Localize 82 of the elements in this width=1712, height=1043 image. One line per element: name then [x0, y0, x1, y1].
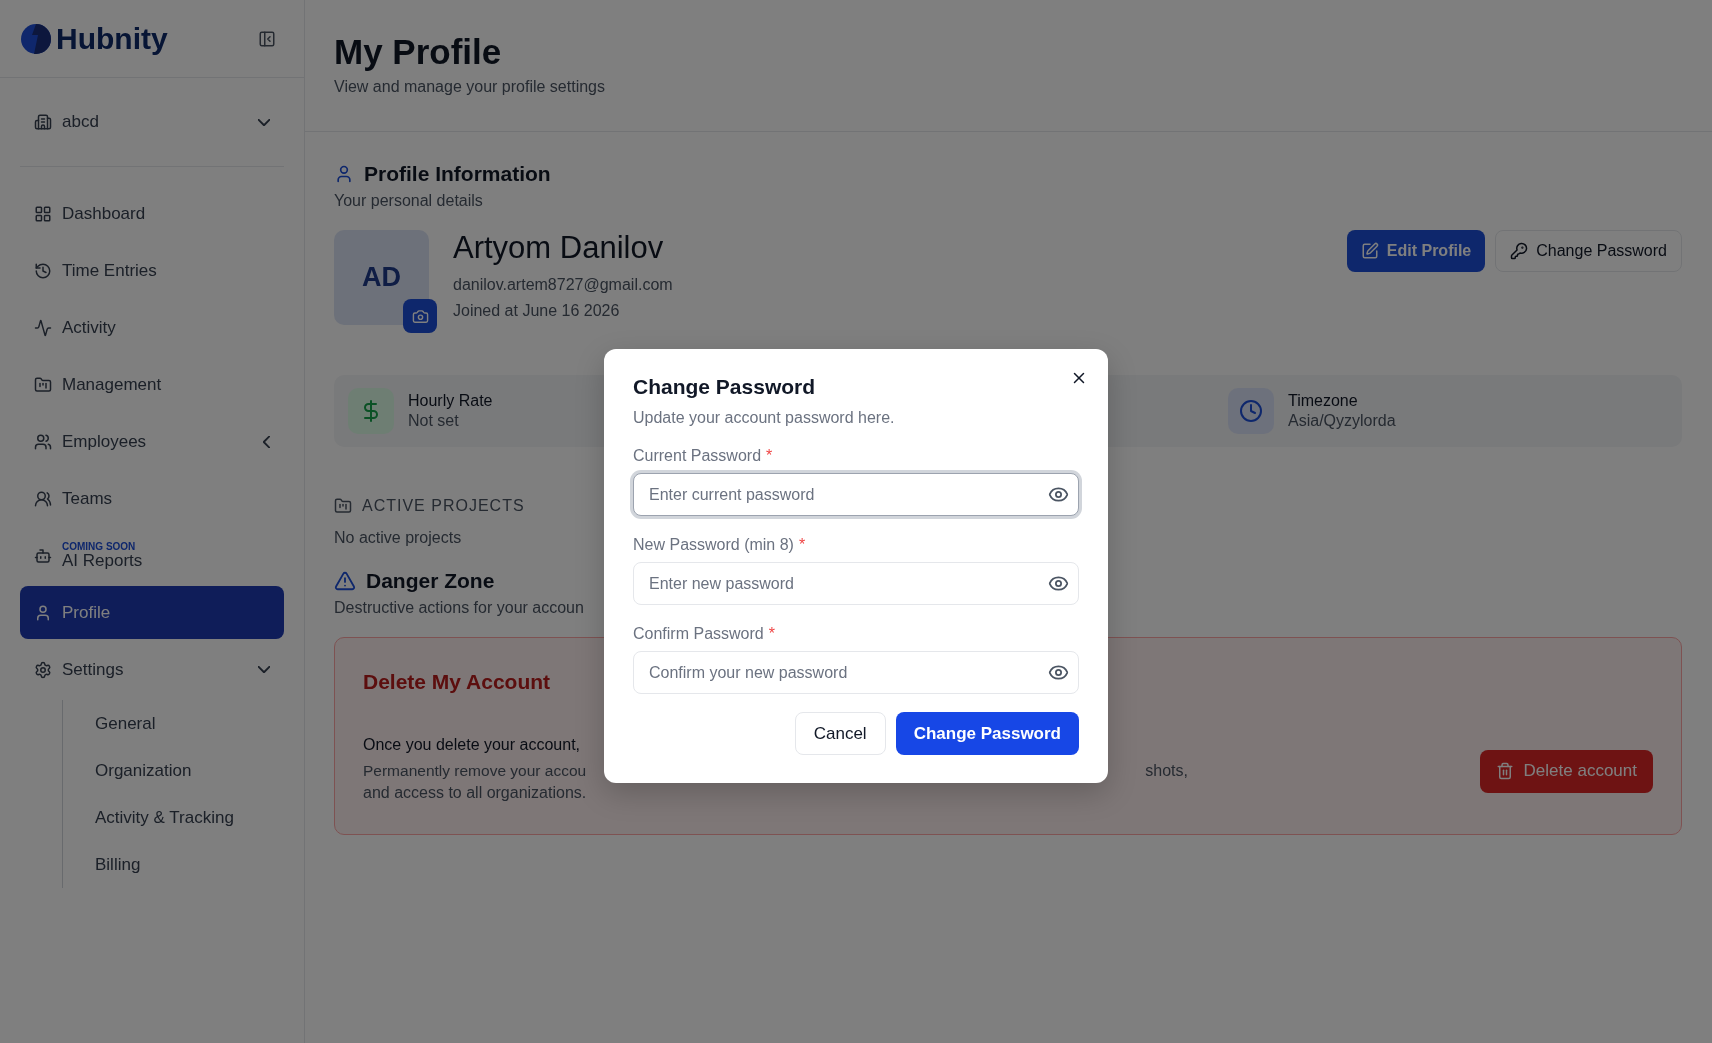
field-label: Confirm Password: [633, 625, 764, 643]
warning-text: Once you delete your account,: [363, 736, 581, 754]
subnav-item[interactable]: Billing: [63, 841, 284, 888]
nav-icon: [34, 318, 52, 337]
page-title: My Profile: [334, 32, 503, 72]
join-date: Joined at June 16 2026: [453, 302, 621, 320]
nav-item[interactable]: Time Entries: [20, 244, 284, 297]
profile-action-button[interactable]: Edit Profile: [1346, 230, 1486, 272]
chevron-down-icon: [258, 118, 270, 126]
nav-item[interactable]: Activity: [20, 301, 284, 354]
nav-item[interactable]: COMING SOON AI Reports: [20, 529, 284, 582]
nav-label: AI Reports: [62, 551, 143, 571]
password-field[interactable]: Enter current password: [633, 473, 1079, 516]
nav-label: Settings: [62, 659, 124, 680]
clock-icon: [1228, 388, 1274, 434]
building-icon: [34, 113, 52, 131]
nav-icon: [34, 204, 52, 223]
subnav-item[interactable]: Organization: [63, 747, 284, 794]
empty-message: No active projects: [334, 529, 462, 547]
nav-item[interactable]: Profile: [20, 586, 284, 639]
logo-icon: [20, 22, 52, 55]
edit-icon: [1360, 242, 1379, 260]
dollar-icon: [348, 388, 394, 434]
nav-icon: [34, 375, 52, 394]
camera-button[interactable]: [403, 299, 437, 333]
nav-item[interactable]: Management: [20, 358, 284, 411]
subnav-item[interactable]: General: [63, 700, 284, 747]
stat-value: Not set: [408, 412, 460, 430]
section-label: ACTIVE PROJECTS: [362, 497, 525, 515]
user-email: danilov.artem8727@gmail.com: [453, 276, 673, 294]
workspace-selector[interactable]: abcd: [20, 78, 284, 167]
cancel-button[interactable]: Cancel: [794, 712, 886, 755]
nav-icon: [34, 603, 52, 622]
nav-label: Employees: [62, 431, 147, 452]
submit-button[interactable]: Change Password: [895, 712, 1079, 755]
brand-name: Hubnity: [56, 21, 168, 56]
user-icon: [334, 164, 354, 184]
card-title: Delete My Account: [363, 670, 551, 694]
section-title: Profile Information: [364, 162, 551, 186]
dialog-subtitle: Update your account password here.: [633, 409, 896, 427]
section-subtitle: Your personal details: [334, 192, 483, 210]
required-mark: *: [766, 447, 773, 465]
nav-label: Dashboard: [62, 203, 146, 224]
coming-soon-label: COMING SOON: [62, 540, 137, 552]
trash-icon: [1495, 762, 1514, 780]
nav-label: Activity: [62, 317, 116, 338]
nav-item[interactable]: Settings: [20, 643, 284, 696]
nav-icon: [34, 489, 52, 508]
nav-label: Profile: [62, 602, 111, 623]
field-label: New Password (min 8): [633, 536, 794, 554]
description-text: Permanently remove your accou: [363, 762, 587, 780]
delete-account-button[interactable]: Delete account: [1479, 749, 1653, 793]
subnav-item[interactable]: Activity & Tracking: [63, 794, 284, 841]
nav-icon: [34, 432, 52, 451]
nav-label: Teams: [62, 488, 113, 509]
nav-icon: [34, 261, 52, 280]
section-subtitle: Destructive actions for your accoun: [334, 599, 584, 617]
nav-label: Time Entries: [62, 260, 157, 281]
camera-icon: [411, 307, 429, 325]
field-label: Current Password: [633, 447, 762, 465]
stat-label: Hourly Rate: [408, 392, 493, 410]
user-name: Artyom Danilov: [453, 230, 665, 266]
nav-item[interactable]: Employees: [20, 415, 284, 468]
section-title: Danger Zone: [366, 569, 495, 593]
collapse-sidebar-icon[interactable]: [258, 29, 276, 48]
folder-icon: [334, 497, 352, 515]
stat-label: Timezone: [1288, 392, 1359, 410]
description-text: and access to all organizations.: [363, 784, 587, 802]
required-mark: *: [768, 625, 775, 643]
dialog-title: Change Password: [633, 375, 817, 399]
nav-label: Management: [62, 374, 162, 395]
warning-icon: [334, 570, 356, 592]
description-text: shots,: [1145, 762, 1188, 780]
nav-item[interactable]: Dashboard: [20, 187, 284, 240]
required-mark: *: [798, 536, 806, 554]
stat-value: Asia/Qyzylorda: [1288, 412, 1396, 430]
key-icon: [1510, 242, 1529, 260]
nav-icon: [34, 660, 52, 679]
page-subtitle: View and manage your profile settings: [334, 78, 605, 96]
nav-icon: [34, 546, 52, 565]
profile-action-button[interactable]: Change Password: [1495, 230, 1682, 272]
nav-item[interactable]: Teams: [20, 472, 284, 525]
